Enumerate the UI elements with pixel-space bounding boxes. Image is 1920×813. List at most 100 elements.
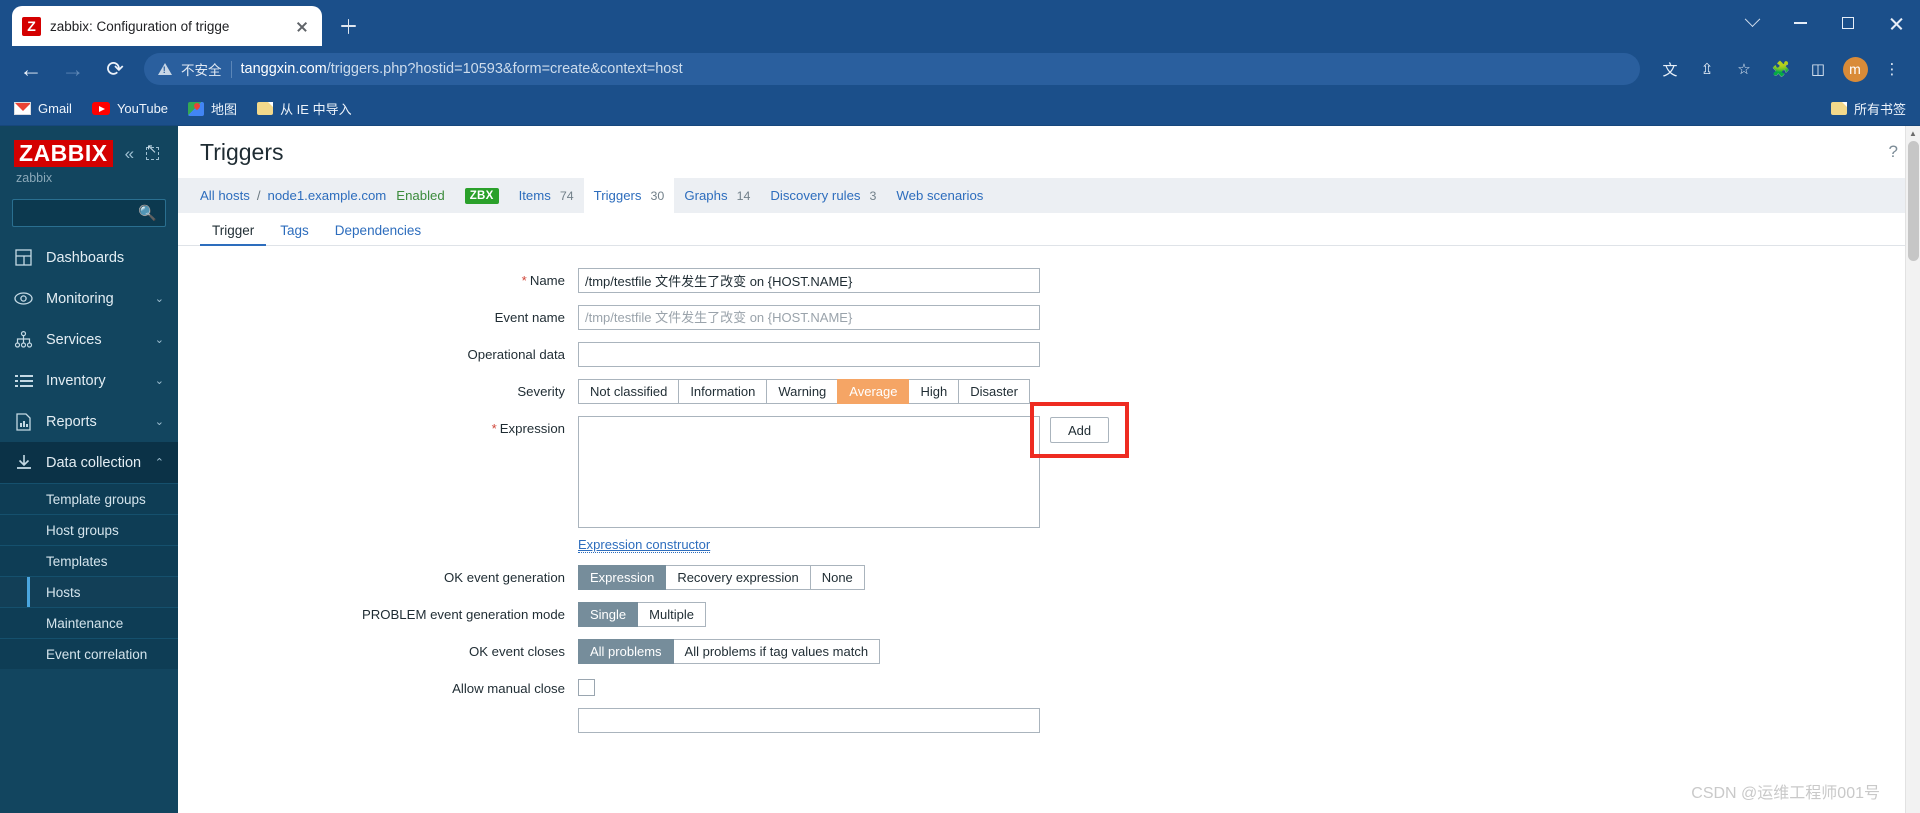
url-path: /triggers.php?hostid=10593&form=create&c… xyxy=(326,61,683,77)
all-bookmarks-button[interactable]: 所有书签 xyxy=(1830,99,1906,118)
sidebar-subitem-label: Host groups xyxy=(46,522,119,538)
bookmark-label: 从 IE 中导入 xyxy=(280,102,352,117)
sidebar-subitem-label: Hosts xyxy=(46,584,81,600)
scroll-up-arrow-icon[interactable]: ▲ xyxy=(1906,126,1920,141)
sidebar-item-host-groups[interactable]: Host groups xyxy=(0,514,178,545)
breadcrumb-discovery-rules[interactable]: Discovery rules 3 xyxy=(760,178,886,213)
maximize-icon[interactable] xyxy=(1824,0,1872,46)
sidebar: ZABBIX « zabbix 🔍 Dashboards Monitoring … xyxy=(0,126,178,813)
breadcrumb-web-scenarios[interactable]: Web scenarios xyxy=(886,178,1002,213)
tab-close-icon[interactable] xyxy=(292,16,312,36)
star-icon[interactable]: ☆ xyxy=(1728,53,1760,85)
field-row-next-partial xyxy=(178,708,1920,733)
bookmark-youtube[interactable]: YouTube xyxy=(91,101,168,116)
event-name-input[interactable] xyxy=(578,305,1040,330)
sidebar-item-reports[interactable]: Reports ⌄ xyxy=(0,401,178,442)
bookmark-label: Gmail xyxy=(38,101,72,116)
page-scrollbar[interactable]: ▲ xyxy=(1905,126,1920,813)
severity-option-disaster[interactable]: Disaster xyxy=(958,379,1030,404)
name-input[interactable] xyxy=(578,268,1040,293)
ok-event-generation-option-expression[interactable]: Expression xyxy=(578,565,667,590)
breadcrumb-link-count: 30 xyxy=(650,188,665,203)
sidebar-item-monitoring[interactable]: Monitoring ⌄ xyxy=(0,278,178,319)
tab-tags[interactable]: Tags xyxy=(268,223,321,245)
sidebar-item-data-collection[interactable]: Data collection ⌃ xyxy=(0,442,178,484)
bookmark-gmail[interactable]: Gmail xyxy=(14,101,72,116)
severity-option-not-classified[interactable]: Not classified xyxy=(578,379,680,404)
profile-avatar[interactable]: m xyxy=(1839,53,1871,85)
problem-mode-option-multiple[interactable]: Multiple xyxy=(637,602,706,627)
expression-constructor-link[interactable]: Expression constructor xyxy=(578,537,711,553)
sidebar-item-templates[interactable]: Templates xyxy=(0,545,178,576)
list-icon xyxy=(14,371,33,390)
host-status[interactable]: Enabled xyxy=(386,178,454,213)
tab-search-chevron-down-icon[interactable] xyxy=(1728,0,1776,46)
dashboard-icon xyxy=(14,248,33,267)
expression-label: * Expression xyxy=(178,416,578,436)
operational-data-input[interactable] xyxy=(578,342,1040,367)
more-menu-icon[interactable]: ⋮ xyxy=(1876,53,1908,85)
sidebar-item-template-groups[interactable]: Template groups xyxy=(0,483,178,514)
sidebar-item-dashboards[interactable]: Dashboards xyxy=(0,237,178,278)
ok-event-generation-option-none[interactable]: None xyxy=(809,565,865,590)
add-expression-button[interactable]: Add xyxy=(1050,417,1110,443)
problem-mode-option-single[interactable]: Single xyxy=(578,602,639,627)
bookmark-maps[interactable]: 地图 xyxy=(188,99,237,118)
next-field-input[interactable] xyxy=(578,708,1040,733)
severity-option-information[interactable]: Information xyxy=(678,379,768,404)
extensions-icon[interactable]: 🧩 xyxy=(1765,53,1797,85)
sidebar-item-inventory[interactable]: Inventory ⌄ xyxy=(0,360,178,401)
ok-event-closes-segmented-control: All problems All problems if tag values … xyxy=(578,639,881,664)
eye-icon xyxy=(14,289,33,308)
zabbix-logo[interactable]: ZABBIX xyxy=(14,140,113,168)
tab-title: zabbix: Configuration of trigge xyxy=(50,18,230,34)
field-row-event-name: Event name xyxy=(178,305,1920,330)
new-tab-button[interactable] xyxy=(330,8,366,44)
severity-option-average[interactable]: Average xyxy=(837,379,910,404)
breadcrumb-all-hosts[interactable]: All hosts xyxy=(200,188,250,203)
translate-icon[interactable]: 文 xyxy=(1654,53,1686,85)
bookmark-ie-import[interactable]: 从 IE 中导入 xyxy=(257,99,352,118)
sidebar-item-maintenance[interactable]: Maintenance xyxy=(0,607,178,638)
ok-event-generation-option-recovery-expression[interactable]: Recovery expression xyxy=(665,565,811,590)
bookmarks-bar: Gmail YouTube 地图 从 IE 中导入 所有书签 xyxy=(0,92,1920,126)
sidebar-item-event-correlation[interactable]: Event correlation xyxy=(0,638,178,669)
share-icon[interactable]: ⇫ xyxy=(1691,53,1723,85)
breadcrumb-link-label: Triggers xyxy=(593,188,642,203)
back-arrow-icon[interactable]: ← xyxy=(12,50,50,88)
sidebar-item-hosts[interactable]: Hosts xyxy=(0,576,178,608)
breadcrumb-host[interactable]: node1.example.com xyxy=(268,188,387,203)
agent-availability[interactable]: ZBX xyxy=(455,178,509,213)
expression-textarea[interactable] xyxy=(578,416,1040,528)
browser-tab[interactable]: Z zabbix: Configuration of trigge xyxy=(12,6,322,46)
scrollbar-thumb[interactable] xyxy=(1908,141,1919,261)
tab-trigger[interactable]: Trigger xyxy=(200,223,267,246)
help-icon[interactable]: ? xyxy=(1889,142,1898,162)
sidepanel-icon[interactable]: ◫ xyxy=(1802,53,1834,85)
forward-arrow-icon[interactable]: → xyxy=(54,50,92,88)
sidebar-item-services[interactable]: Services ⌄ xyxy=(0,319,178,360)
ok-event-closes-option-tag-values-match[interactable]: All problems if tag values match xyxy=(672,639,881,664)
sidebar-item-label: Monitoring xyxy=(46,290,114,307)
breadcrumb-items[interactable]: Items 74 xyxy=(509,178,584,213)
severity-option-high[interactable]: High xyxy=(908,379,960,404)
minimize-icon[interactable] xyxy=(1776,0,1824,46)
ok-event-closes-option-all-problems[interactable]: All problems xyxy=(578,639,674,664)
allow-manual-close-checkbox[interactable] xyxy=(578,679,595,696)
reload-icon[interactable]: ⟳ xyxy=(96,50,134,88)
expand-sidebar-icon[interactable] xyxy=(146,141,160,161)
sidebar-search-input[interactable]: 🔍 xyxy=(12,199,166,228)
tab-dependencies[interactable]: Dependencies xyxy=(323,223,433,245)
gmail-icon xyxy=(14,102,31,115)
breadcrumb-triggers[interactable]: Triggers 30 xyxy=(583,178,675,213)
address-bar[interactable]: 不安全 tanggxin.com/triggers.php?hostid=105… xyxy=(144,53,1640,85)
browser-toolbar: ← → ⟳ 不安全 tanggxin.com/triggers.php?host… xyxy=(0,46,1920,92)
severity-segmented-control: Not classified Information Warning Avera… xyxy=(578,379,1030,404)
collapse-sidebar-icon[interactable]: « xyxy=(125,144,134,164)
breadcrumb-graphs[interactable]: Graphs 14 xyxy=(674,178,760,213)
breadcrumb-separator: / xyxy=(256,188,261,203)
window-close-icon[interactable] xyxy=(1872,0,1920,46)
required-asterisk: * xyxy=(491,421,497,436)
severity-option-warning[interactable]: Warning xyxy=(766,379,839,404)
chevron-down-icon: ⌄ xyxy=(154,293,164,306)
